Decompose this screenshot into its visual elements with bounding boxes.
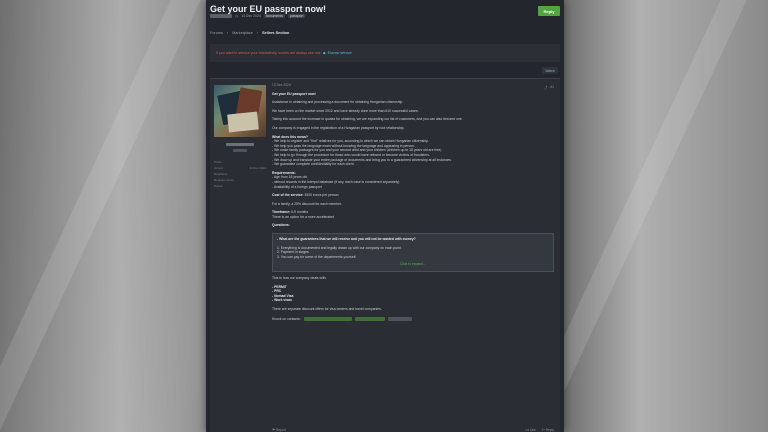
timeframe-note: There is an option for a more accelerate…: [272, 214, 335, 219]
question-text: - What are the guarantees that we will r…: [277, 237, 416, 242]
thread-title: Get your EU passport now!: [210, 4, 327, 14]
escrow-link[interactable]: Escrow service: [328, 51, 352, 55]
paragraph: We have been on the market since 2012 an…: [272, 108, 419, 113]
family-note: For a family, a 25% discount for each me…: [272, 201, 342, 206]
thread-tag[interactable]: documents: [263, 14, 286, 18]
user-title-blurred: [233, 149, 247, 152]
quote-block[interactable]: - What are the guarantees that we will r…: [272, 233, 554, 273]
avatar[interactable]: [214, 85, 266, 137]
watch-button-label: Watch: [545, 68, 555, 73]
notice-warning-text: If you want to service your frustratedly…: [216, 51, 321, 55]
watch-button[interactable]: Watch: [542, 67, 558, 74]
shield-icon: ◆: [322, 51, 326, 55]
post-heading: Get your EU passport now!: [272, 91, 316, 96]
chevron-right-icon: ›: [226, 31, 229, 35]
contacts-label: Knock on contacts:: [272, 316, 301, 321]
paragraph: Assistance in obtaining and processing a…: [272, 100, 404, 105]
contact-link-blurred[interactable]: [303, 317, 352, 321]
contacts-line: Knock on contacts:: [272, 317, 554, 322]
section-heading: Questions:: [272, 223, 290, 228]
username-blurred[interactable]: [226, 143, 254, 146]
list-item: - We guarantee complete confidentiality …: [272, 162, 355, 167]
reply-button-label: Reply: [543, 8, 555, 14]
post-footer-actions: 👍︎ Like ↩ Reply: [525, 428, 554, 432]
expand-link[interactable]: Click to expand...: [277, 262, 549, 267]
contact-text-blurred: [387, 317, 412, 321]
post-date[interactable]: 13 Dec 2024: [272, 83, 554, 88]
deals-intro: This is how our company deals with:: [272, 276, 327, 281]
document-shape: [227, 111, 259, 133]
breadcrumb-item[interactable]: Forums: [210, 31, 223, 35]
like-button[interactable]: 👍︎ Like: [525, 428, 535, 432]
list-item: - Availability of a foreign passport: [272, 184, 322, 189]
thread-tag[interactable]: passport: [288, 14, 306, 18]
breadcrumb-item[interactable]: Marketplace: [232, 31, 253, 35]
forum-window: Get your EU passport now! ◷ 13 Dec 2024 …: [206, 0, 564, 432]
escrow-notice: If you want to service your frustratedly…: [210, 44, 560, 62]
report-link[interactable]: ⚑ Report: [272, 428, 286, 432]
user-stats: Posts Joined 11 Dec 2024 Reactions Reacti…: [214, 159, 266, 189]
paragraph: Taking into account the increase in quot…: [272, 117, 463, 122]
cost-line: Cost of the service: 3500 euros per pers…: [272, 193, 339, 198]
post: Posts Joined 11 Dec 2024 Reactions Reacti…: [210, 78, 560, 432]
discount-note: There are separate discount offers for v…: [272, 307, 382, 311]
answer-item: 3. You can pay for some of the departmen…: [277, 254, 357, 259]
post-footer: ⚑ Report 👍︎ Like ↩ Reply: [272, 428, 554, 432]
reply-button[interactable]: Reply: [538, 6, 560, 16]
paragraph: Our company is engaged in the registrati…: [272, 125, 405, 130]
contact-link-blurred[interactable]: [354, 317, 385, 321]
thread-date: 13 Dec 2024: [241, 14, 261, 18]
breadcrumb-current[interactable]: Sellers Section: [262, 31, 289, 35]
chevron-right-icon: ›: [256, 31, 259, 35]
clock-icon: ◷: [235, 14, 239, 18]
deal-item: - Work visas: [272, 298, 292, 303]
stat-row: Points: [214, 184, 223, 188]
reply-post-button[interactable]: ↩ Reply: [542, 428, 554, 432]
post-body: 13 Dec 2024 Get your EU passport now! As…: [272, 83, 554, 321]
breadcrumb: Forums › Marketplace › Sellers Section: [210, 31, 289, 35]
author-name-blurred: [210, 14, 232, 18]
user-panel: Posts Joined 11 Dec 2024 Reactions Reacti…: [214, 85, 266, 189]
thread-meta: ◷ 13 Dec 2024 documents passport: [210, 14, 306, 18]
